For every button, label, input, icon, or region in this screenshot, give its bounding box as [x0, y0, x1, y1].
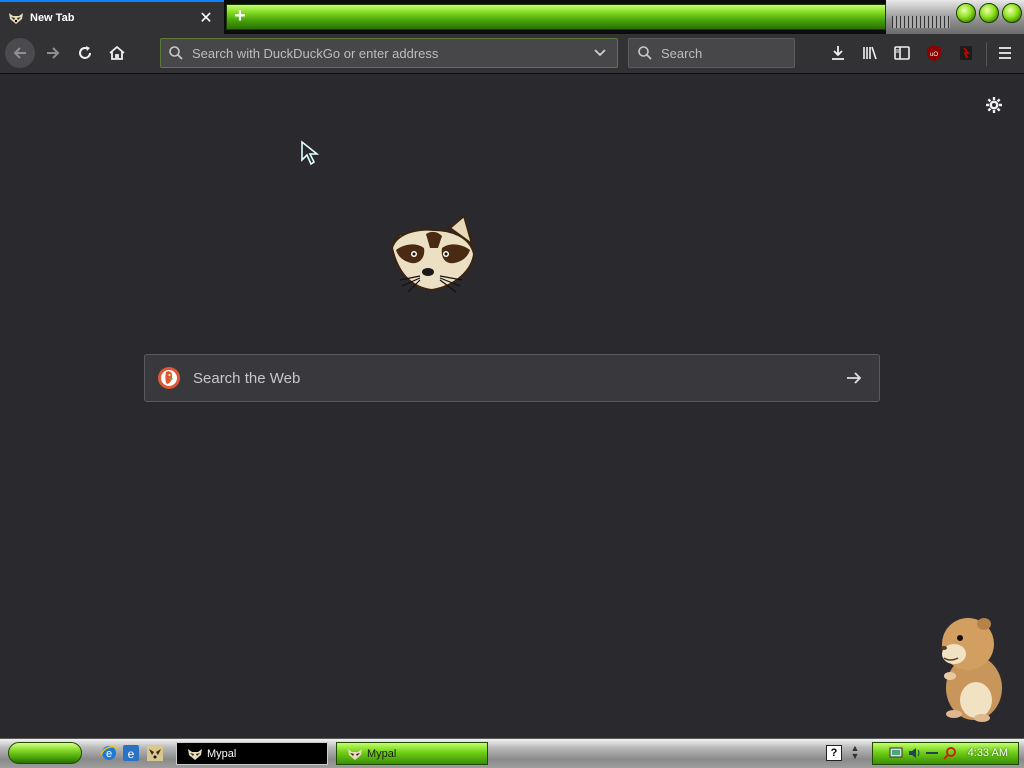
web-search-input[interactable] — [191, 368, 839, 388]
volume-icon[interactable] — [907, 746, 921, 760]
raccoon-icon — [188, 748, 202, 760]
network-icon[interactable] — [889, 746, 903, 760]
window-grill — [892, 16, 950, 28]
search-bar[interactable] — [628, 38, 839, 68]
tab-new-tab[interactable]: New Tab ✕ — [0, 0, 224, 34]
help-icon[interactable]: ? — [826, 745, 842, 761]
raccoon-logo — [390, 214, 476, 293]
search-icon — [168, 45, 184, 61]
back-arrow-icon[interactable] — [5, 38, 35, 68]
minimize-button[interactable] — [956, 3, 976, 23]
navigation-toolbar: uO — [0, 34, 1024, 74]
sidebar-icon[interactable] — [890, 41, 914, 65]
taskbar-item-mypal[interactable]: Mypal — [176, 742, 328, 765]
arrow-right-icon[interactable] — [839, 363, 869, 393]
home-icon[interactable] — [102, 38, 132, 68]
raccoon-icon — [348, 748, 362, 760]
gear-icon[interactable] — [983, 94, 1005, 116]
tab-bar-fill — [226, 4, 886, 30]
svg-text:uO: uO — [930, 52, 938, 58]
scroll-arrows-icon[interactable]: ▲ ▼ — [850, 744, 860, 762]
magnifier-icon[interactable] — [943, 746, 957, 760]
duckduckgo-icon — [158, 367, 180, 389]
tab-title: New Tab — [30, 12, 75, 24]
address-bar[interactable] — [160, 38, 618, 68]
search-input[interactable] — [659, 44, 839, 62]
maximize-button[interactable] — [979, 3, 999, 23]
addon-icon[interactable] — [954, 41, 978, 65]
close-window-button[interactable] — [1002, 3, 1022, 23]
reload-icon[interactable] — [70, 38, 100, 68]
taskbar-item-label: Mypal — [367, 747, 397, 760]
address-input[interactable] — [190, 44, 589, 62]
internet-explorer-icon[interactable]: e — [100, 744, 118, 762]
hamburger-menu-icon[interactable] — [993, 41, 1017, 65]
clock: 4:33 AM — [967, 747, 1008, 759]
taskbar: e e Mypal Mypal ? ▲ ▼ 4:33 AM — [0, 738, 1024, 768]
window-controls — [886, 0, 1024, 34]
library-icon[interactable] — [858, 41, 882, 65]
system-tray: 4:33 AM — [872, 742, 1019, 765]
download-icon[interactable] — [826, 41, 850, 65]
taskbar-item-label: Mypal — [207, 747, 237, 760]
ublock-icon[interactable]: uO — [922, 41, 946, 65]
taskbar-item-mypal[interactable]: Mypal — [336, 742, 488, 765]
web-search-box[interactable] — [144, 354, 880, 402]
svg-text:e: e — [128, 747, 135, 761]
start-button[interactable] — [8, 742, 82, 764]
search-icon — [637, 45, 653, 61]
toolbar-separator — [986, 42, 987, 66]
connection-icon[interactable] — [925, 746, 939, 760]
svg-text:e: e — [106, 748, 112, 760]
tab-strip: New Tab ✕ + — [0, 0, 1024, 34]
close-icon[interactable]: ✕ — [196, 8, 216, 28]
mouse-cursor — [301, 140, 320, 166]
edge-legacy-icon[interactable]: e — [122, 744, 140, 762]
forward-arrow-icon[interactable] — [38, 38, 68, 68]
hamster-mascot — [941, 618, 1002, 722]
raccoon-icon — [8, 10, 24, 26]
chevron-down-icon[interactable] — [589, 42, 611, 64]
new-tab-page — [0, 74, 1024, 738]
plus-icon[interactable]: + — [228, 6, 252, 28]
raccoon-icon[interactable] — [146, 744, 164, 762]
